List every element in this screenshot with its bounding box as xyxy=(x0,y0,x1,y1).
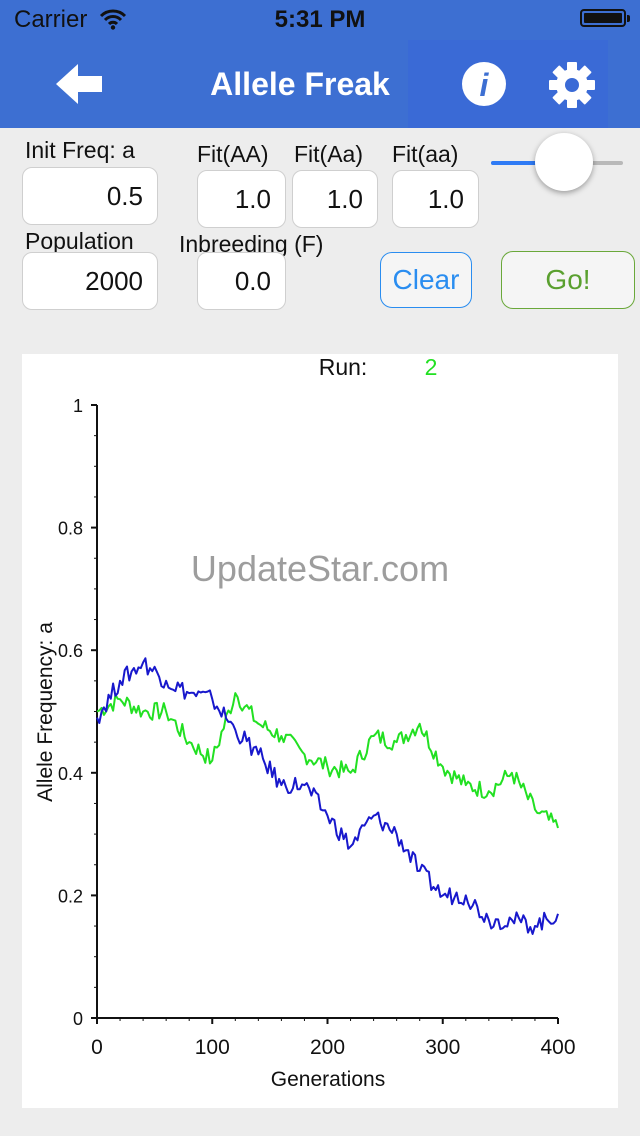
go-button[interactable]: Go! xyxy=(501,251,635,309)
watermark-text: UpdateStar.com xyxy=(190,548,450,589)
fit-AA-label: Fit(AA) xyxy=(197,141,269,167)
fit-Aa-field[interactable]: 1.0 xyxy=(292,170,378,228)
page-title: Allele Freak xyxy=(210,66,390,102)
fit-AA-field[interactable]: 1.0 xyxy=(197,170,286,228)
speed-slider-thumb[interactable] xyxy=(535,133,593,191)
battery-icon xyxy=(580,9,630,27)
fit-Aa-label: Fit(Aa) xyxy=(294,141,363,167)
inbreeding-field[interactable]: 0.0 xyxy=(197,252,286,310)
fit-aa-field[interactable]: 1.0 xyxy=(392,170,479,228)
gear-icon[interactable] xyxy=(548,61,596,109)
init-freq-label: Init Freq: a xyxy=(25,137,135,163)
population-label: Population xyxy=(25,228,134,254)
chart-panel xyxy=(22,354,618,1108)
svg-text:i: i xyxy=(480,67,490,103)
population-field[interactable]: 2000 xyxy=(22,252,158,310)
clear-button[interactable]: Clear xyxy=(380,252,472,308)
info-icon[interactable]: i xyxy=(461,61,507,107)
status-time: 5:31 PM xyxy=(274,6,366,33)
init-freq-field[interactable]: 0.5 xyxy=(22,167,158,225)
fit-aa-label: Fit(aa) xyxy=(392,141,459,167)
